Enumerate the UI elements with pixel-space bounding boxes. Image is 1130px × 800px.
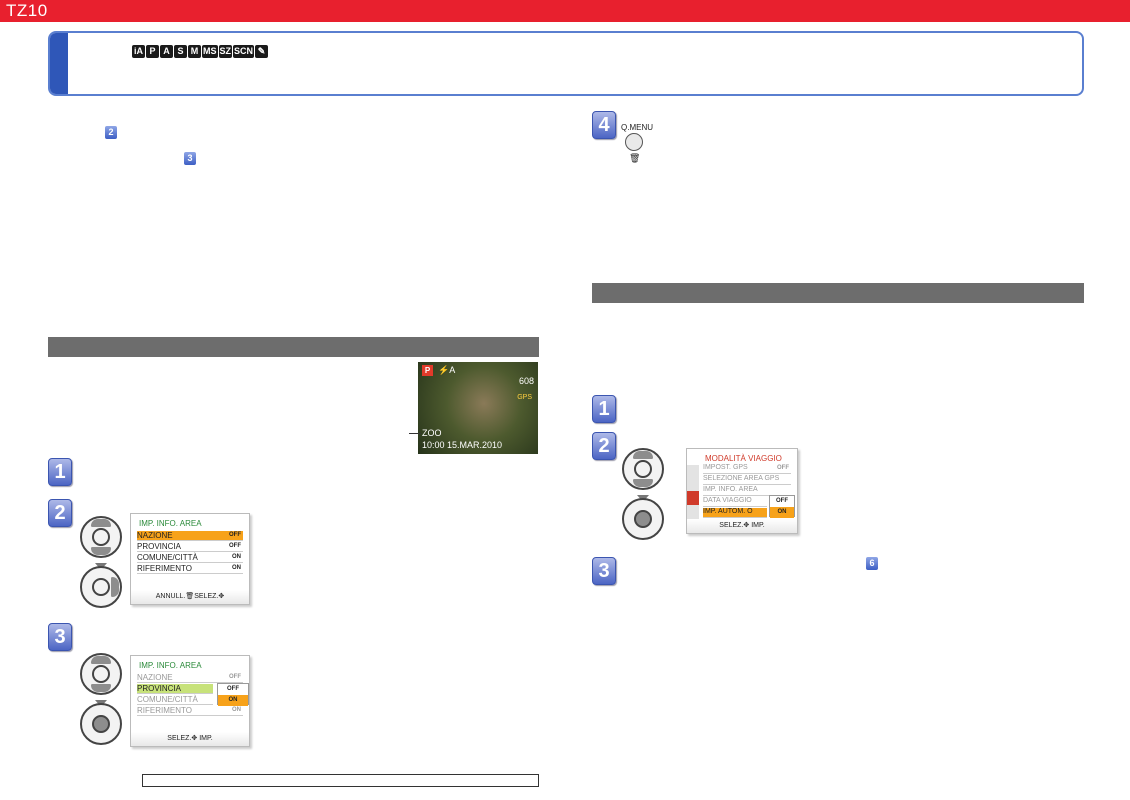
ref-badge: 6 — [866, 557, 878, 570]
dpad-up-down — [80, 653, 122, 695]
screen-footer: SELEZ.✥ IMP. — [131, 732, 249, 746]
section-bar-right — [592, 283, 1084, 303]
dpad-right — [80, 566, 122, 608]
mode-scn-icon: SCN — [233, 45, 255, 58]
gps-indicator: GPS — [517, 394, 532, 401]
mode-icons: iA P A S M MS SZ SCN ✎ — [132, 45, 269, 58]
qmenu-label: Q.MENU — [621, 123, 653, 132]
menu-row: RIFERIMENTO ON — [137, 706, 243, 716]
menu-row: SELEZIONE AREA GPS — [703, 475, 791, 485]
photo-datetime: 10:00 15.MAR.2010 — [422, 440, 503, 450]
mode-ms-icon: MS — [202, 45, 218, 58]
mode-a-icon: A — [160, 45, 173, 58]
screen-travel-mode: MODALITÀ VIAGGIO IMPOST. GPS OFF SELEZION… — [686, 448, 798, 534]
top-bar: TZ10 — [0, 0, 1130, 22]
section-bar-left — [48, 337, 539, 357]
menu-row: PROVINCIA — [137, 684, 213, 694]
mode-s-icon: S — [174, 45, 187, 58]
step-badge: 1 — [592, 395, 616, 423]
screen-title: IMP. INFO. AREA — [139, 661, 202, 670]
flash-icon: ⚡A — [438, 365, 456, 375]
screen-footer: ANNULL.🗑SELEZ.✥ — [131, 590, 249, 604]
option-popup: OFF ON — [769, 495, 795, 518]
dpad-center — [622, 498, 664, 540]
screen-info-area-1: IMP. INFO. AREA NAZIONE OFF PROVINCIA OFF … — [130, 513, 250, 605]
model-title: TZ10 — [6, 1, 48, 20]
menu-row: DATA VIAGGIO — [703, 497, 767, 507]
camera-photo: P ⚡A 608 GPS ZOO 10:00 15.MAR.2010 — [418, 362, 538, 454]
mode-p-icon: P — [146, 45, 159, 58]
travel-tab-icon — [687, 491, 699, 505]
mode-badge: P — [422, 365, 433, 376]
step-badge: 1 — [48, 458, 72, 486]
menu-row: PROVINCIA OFF — [137, 542, 243, 552]
shots-remaining: 608 — [518, 376, 534, 386]
screen-title: MODALITÀ VIAGGIO — [705, 454, 782, 463]
menu-row: NAZIONE OFF — [137, 531, 243, 541]
step-badge: 2 — [592, 432, 616, 460]
menu-row: COMUNE/CITTÀ — [137, 695, 213, 705]
mode-ia-icon: iA — [132, 45, 145, 58]
title-box — [48, 31, 1084, 96]
step-badge: 2 — [48, 499, 72, 527]
area-label: ZOO — [422, 428, 442, 438]
step-badge: 4 — [592, 111, 616, 139]
menu-row: COMUNE/CITTÀ ON — [137, 553, 243, 563]
trash-icon: 🗑 — [629, 153, 641, 163]
step-badge: 3 — [48, 623, 72, 651]
ref-badge: 3 — [184, 152, 196, 165]
menu-row: RIFERIMENTO ON — [137, 564, 243, 574]
screen-footer: SELEZ.✥ IMP. — [687, 519, 797, 533]
menu-row: NAZIONE OFF — [137, 673, 243, 683]
dpad-up-down — [622, 448, 664, 490]
screen-info-area-2: IMP. INFO. AREA NAZIONE OFF PROVINCIA COM… — [130, 655, 250, 747]
footer-note-box — [142, 774, 539, 787]
callout-line — [409, 433, 421, 434]
title-accent — [50, 33, 68, 94]
qmenu-button — [625, 133, 643, 151]
ref-badge: 2 — [105, 126, 117, 139]
screen-title: IMP. INFO. AREA — [139, 519, 202, 528]
mode-sz-icon: SZ — [218, 45, 233, 58]
mode-clipboard-icon: ✎ — [255, 45, 269, 58]
menu-row: IMPOST. GPS OFF — [703, 464, 791, 474]
option-popup: OFF ON — [217, 683, 249, 706]
step-badge: 3 — [592, 557, 616, 585]
dpad-center — [80, 703, 122, 745]
dpad-up-down — [80, 516, 122, 558]
mode-m-icon: M — [188, 45, 201, 58]
menu-row: IMP. AUTOM. O — [703, 508, 767, 518]
